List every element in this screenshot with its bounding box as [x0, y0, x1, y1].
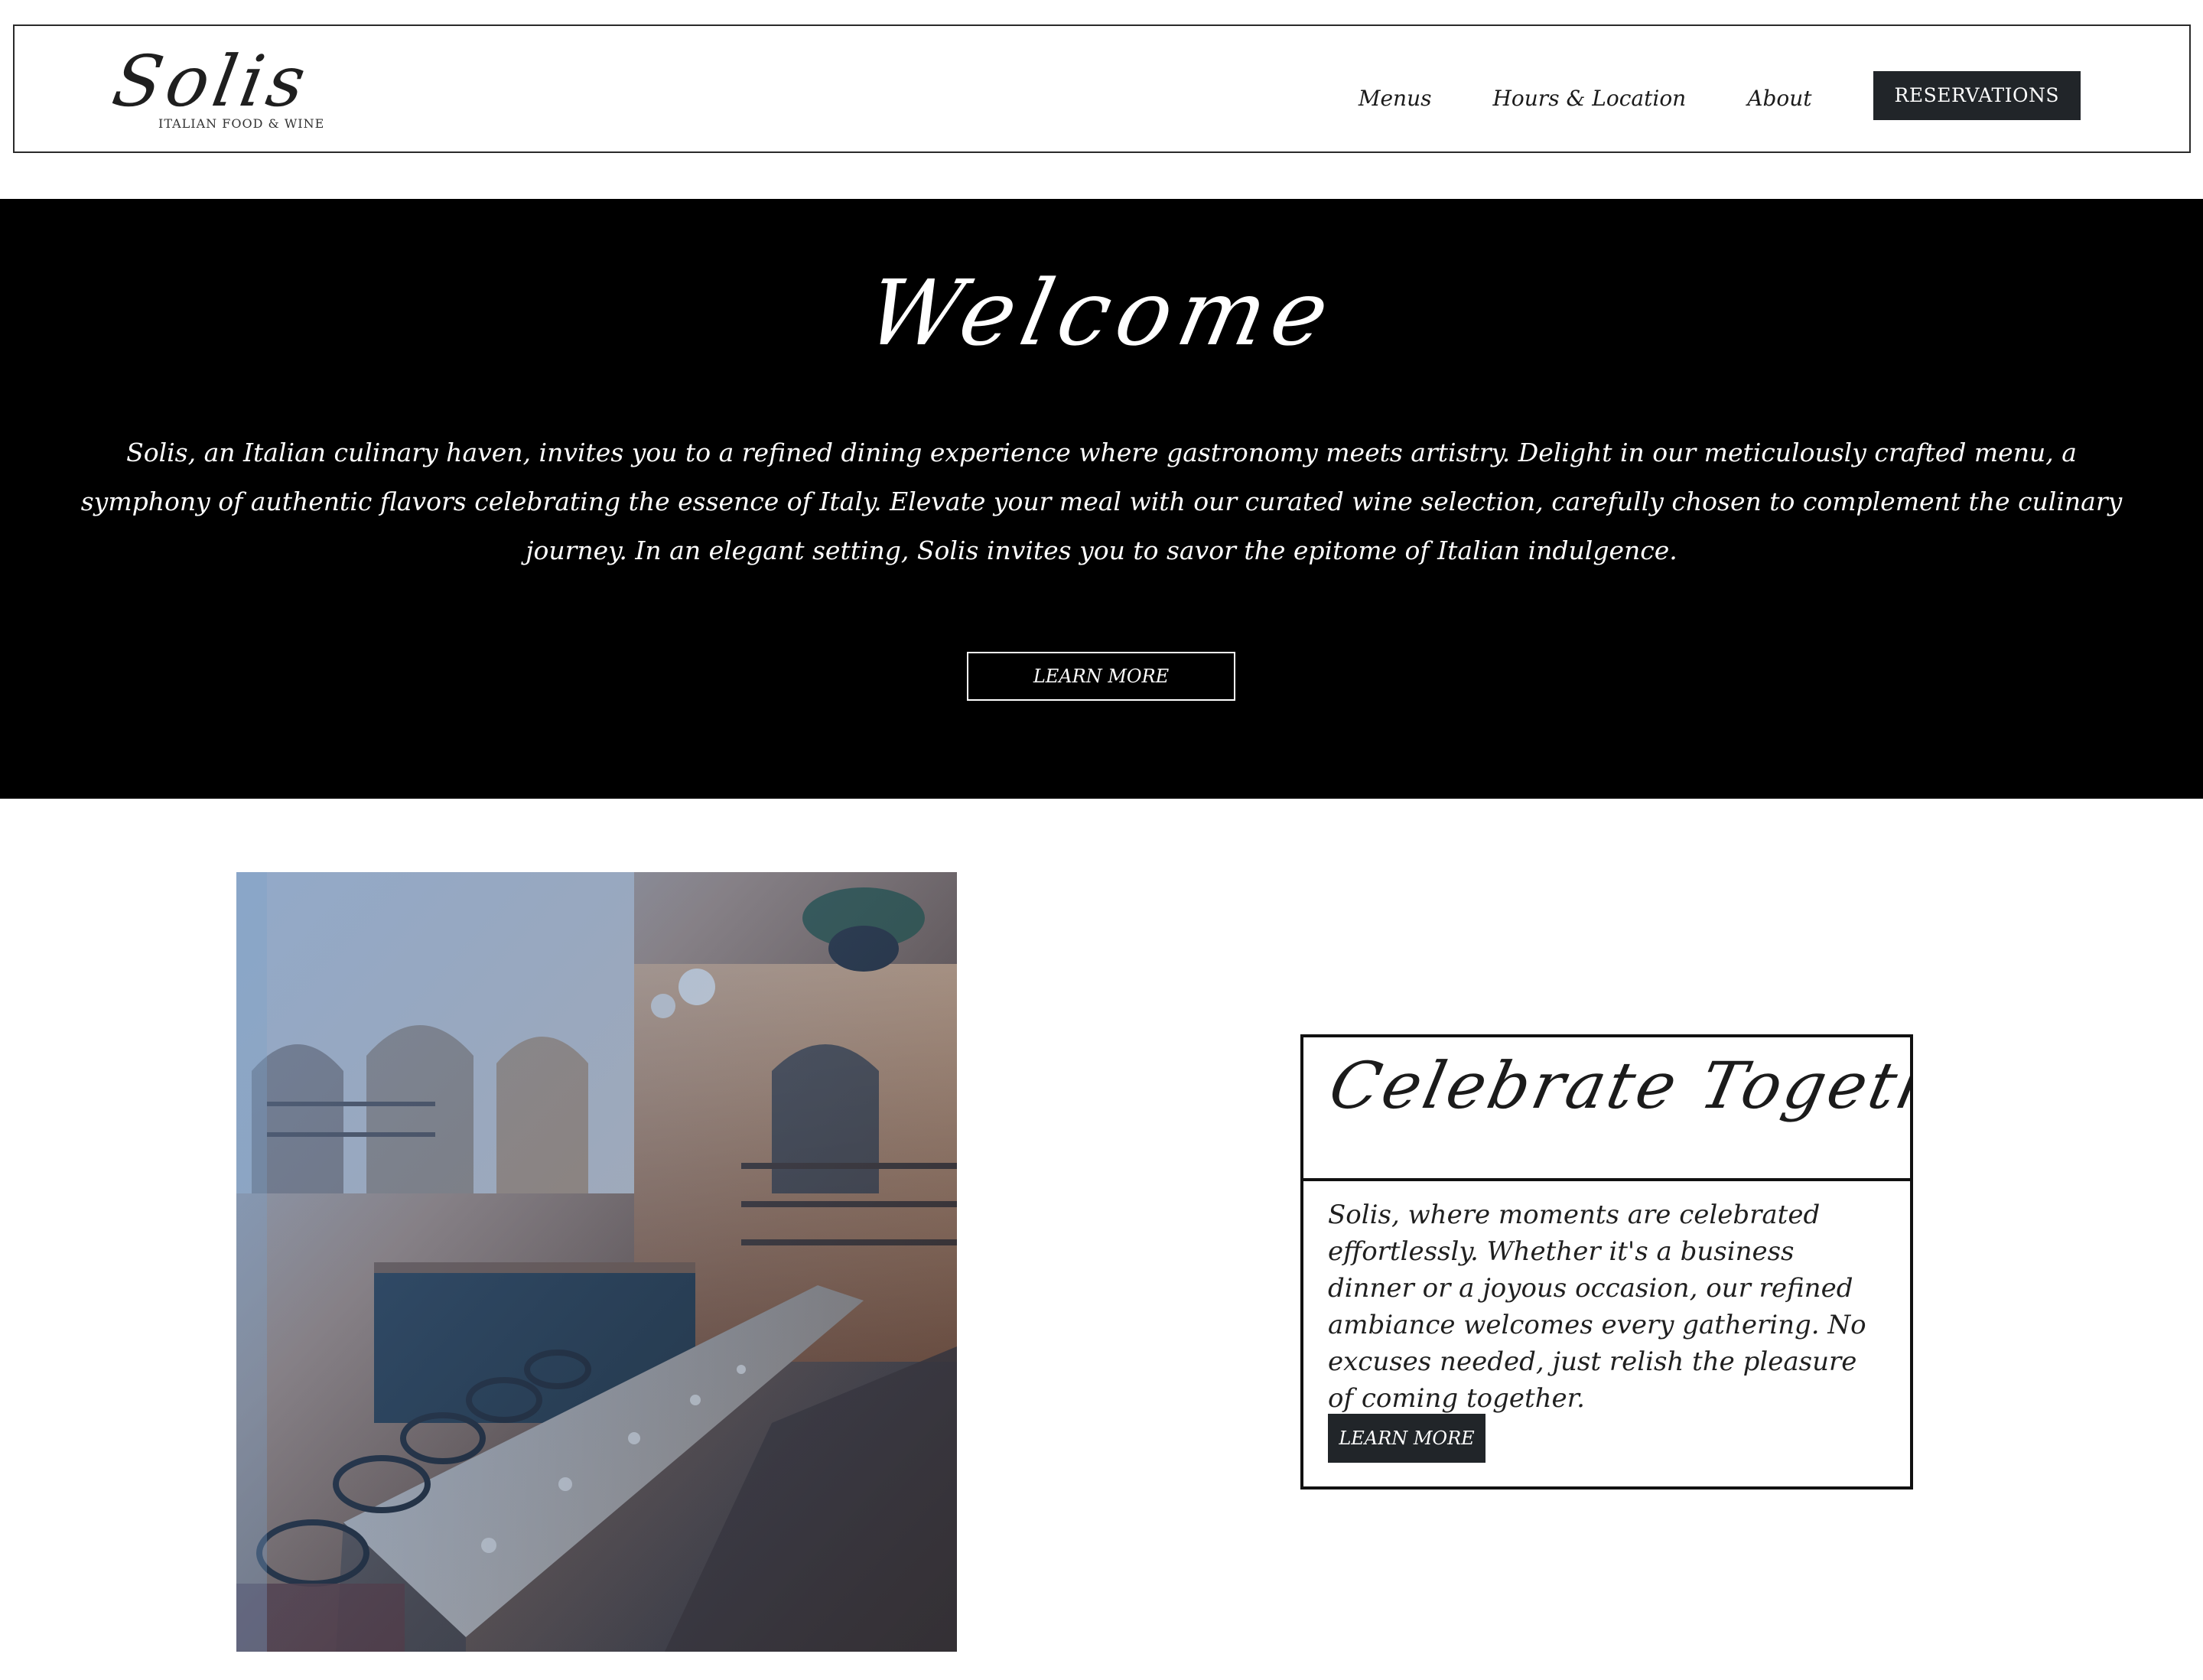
reservations-button[interactable]: RESERVATIONS: [1873, 71, 2081, 120]
hero-title: Welcome: [857, 260, 1346, 366]
card-description: Solis, where moments are celebrated effo…: [1328, 1200, 1866, 1414]
nav-link-about[interactable]: About: [1747, 86, 1811, 111]
celebrate-card: Celebrate Together Solis, where moments …: [1300, 1034, 1913, 1490]
card-header: Celebrate Together: [1303, 1037, 1910, 1181]
logo-tagline: ITALIAN FOOD & WINE: [158, 116, 325, 131]
logo-wordmark: Solis: [106, 41, 317, 122]
restaurant-interior-image: [236, 872, 957, 1652]
card-learn-more-button[interactable]: LEARN MORE: [1328, 1414, 1485, 1463]
logo[interactable]: Solis ITALIAN FOOD & WINE: [107, 40, 325, 147]
main-nav: Menus Hours & Location About RESERVATION…: [1359, 26, 2081, 155]
hero-section: Welcome Solis, an Italian culinary haven…: [0, 199, 2203, 799]
site-header: Solis ITALIAN FOOD & WINE Menus Hours & …: [13, 24, 2191, 153]
nav-link-hours-location[interactable]: Hours & Location: [1493, 86, 1687, 111]
hero-learn-more-button[interactable]: LEARN MORE: [967, 652, 1235, 701]
nav-link-menus[interactable]: Menus: [1359, 86, 1432, 111]
hero-description: Solis, an Italian culinary haven, invite…: [80, 438, 2123, 565]
card-title: Celebrate Together: [1323, 1048, 1910, 1123]
page: Solis ITALIAN FOOD & WINE Menus Hours & …: [0, 0, 2203, 1680]
